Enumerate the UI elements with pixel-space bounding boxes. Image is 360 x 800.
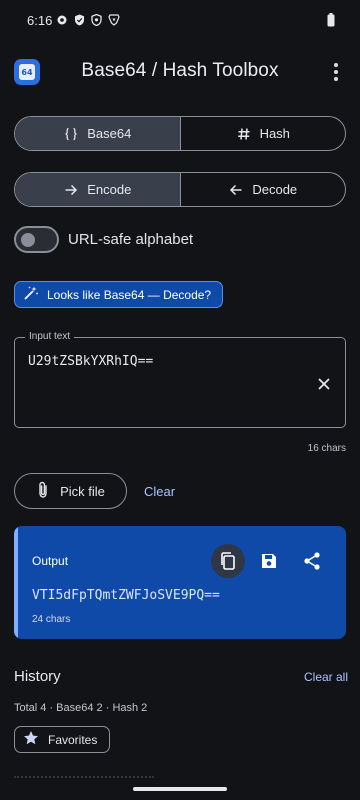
gesture-nav-bar[interactable]: [133, 787, 227, 791]
input-text-value[interactable]: U29tZSBkYXRhIQ==: [28, 354, 153, 369]
vpn-shield-status-icon: [91, 13, 102, 31]
braces-icon: [63, 126, 79, 142]
save-icon[interactable]: [259, 551, 279, 571]
app-screen: 6:16 64 Base64 / Hash Toolbox Base64 Has…: [0, 0, 360, 800]
tab-hash[interactable]: Hash: [179, 117, 346, 150]
share-icon[interactable]: [302, 551, 322, 571]
output-title: Output: [32, 554, 69, 568]
app-title: Base64 / Hash Toolbox: [81, 60, 279, 81]
hash-icon: [236, 126, 252, 142]
url-safe-row: URL-safe alphabet: [14, 224, 193, 254]
output-accent-bar: [14, 526, 18, 639]
status-bar: 6:16: [0, 0, 360, 40]
arrow-right-icon: [63, 182, 79, 198]
url-safe-label: URL-safe alphabet: [68, 230, 194, 248]
history-title: History: [14, 668, 61, 685]
status-icons: [56, 13, 120, 31]
history-stats: Total 4 · Base64 2 · Hash 2: [14, 702, 148, 714]
direction-segmented-control: Encode Decode: [14, 172, 346, 207]
content-fade-divider: [14, 776, 154, 779]
magic-wand-icon: [23, 285, 39, 304]
input-text-label: Input text: [25, 331, 75, 342]
favorites-filter-chip[interactable]: Favorites: [14, 726, 111, 753]
clear-all-button[interactable]: Clear all: [304, 670, 348, 684]
app-bar: 64 Base64 / Hash Toolbox: [0, 50, 360, 94]
tab-encode-label: Encode: [87, 182, 132, 197]
status-time: 6:16: [27, 13, 53, 28]
decode-suggestion-label: Looks like Base64 — Decode?: [47, 287, 212, 302]
output-value[interactable]: VTI5dFpTQmtZWFJoSVE9PQ==: [32, 588, 220, 603]
copy-icon[interactable]: [211, 544, 245, 578]
settings-gear-status-icon: [56, 13, 68, 31]
arrow-left-icon: [228, 182, 244, 198]
star-icon: [23, 730, 39, 749]
input-char-count: 16 chars: [307, 443, 346, 454]
tab-encode[interactable]: Encode: [15, 173, 180, 206]
decode-suggestion-chip[interactable]: Looks like Base64 — Decode?: [14, 281, 224, 308]
output-card: Output VTI5dFpTQmtZWFJoSVE9PQ== 24 chars: [14, 526, 346, 639]
tab-decode-label: Decode: [252, 182, 298, 197]
tab-base64[interactable]: Base64: [15, 117, 180, 150]
tab-hash-label: Hash: [259, 126, 290, 141]
pick-file-label: Pick file: [60, 483, 105, 499]
input-text-field[interactable]: Input text U29tZSBkYXRhIQ==: [14, 331, 346, 428]
switch-knob: [21, 232, 35, 247]
tab-base64-label: Base64: [87, 126, 132, 141]
battery-icon: [327, 13, 335, 32]
overflow-menu-icon[interactable]: [328, 62, 344, 82]
clear-button[interactable]: Clear: [144, 484, 175, 499]
output-char-count: 24 chars: [32, 614, 71, 625]
pick-file-button[interactable]: Pick file: [14, 473, 127, 509]
clear-input-icon[interactable]: [316, 376, 332, 392]
tab-decode[interactable]: Decode: [179, 173, 346, 206]
paperclip-icon: [36, 481, 50, 502]
shield-status-icon: [74, 13, 85, 31]
brave-status-icon: [108, 13, 120, 31]
url-safe-switch[interactable]: [14, 225, 59, 253]
mode-segmented-control: Base64 Hash: [14, 116, 346, 151]
favorites-label: Favorites: [48, 732, 98, 747]
